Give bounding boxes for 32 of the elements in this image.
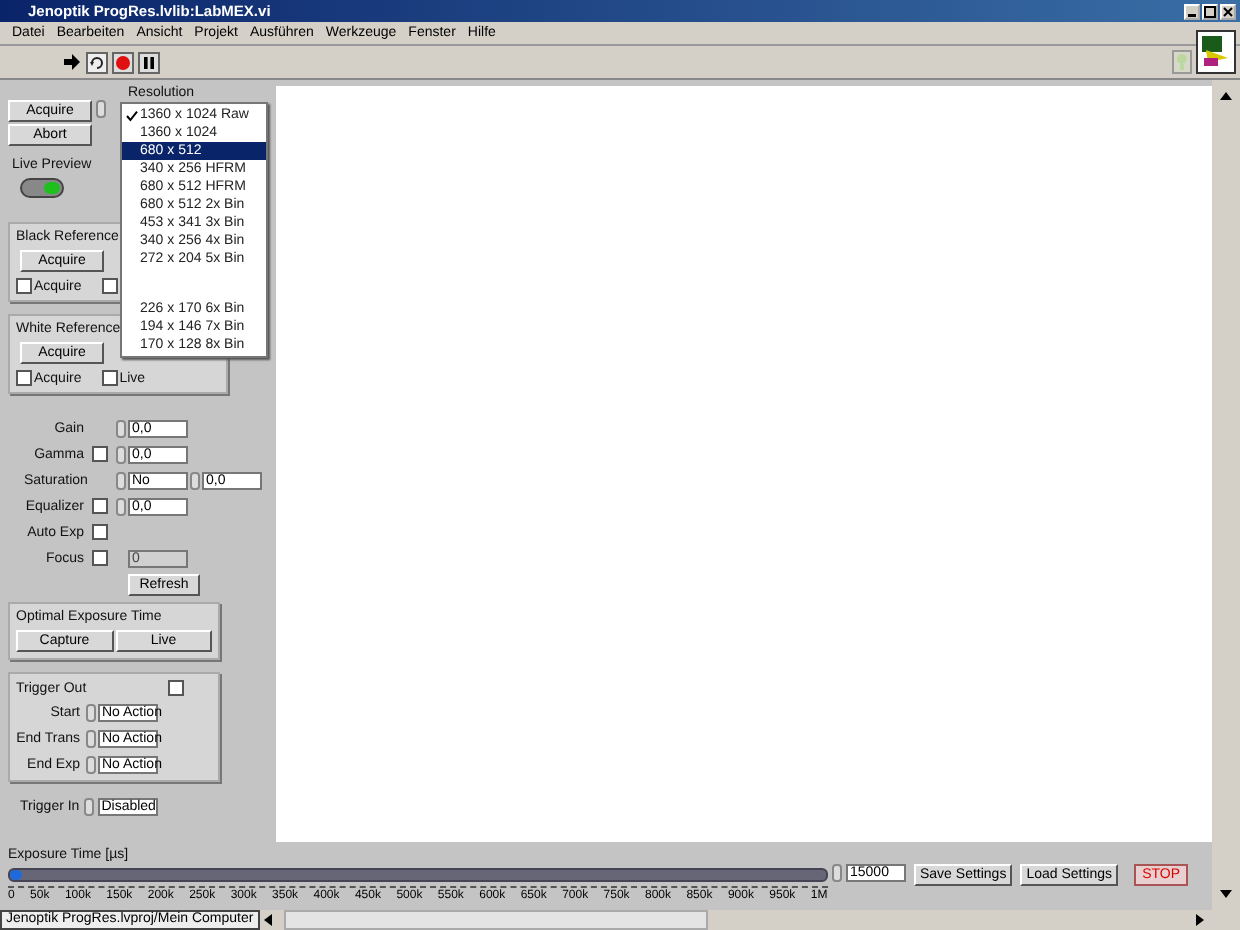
checkbox[interactable] [92,446,108,462]
scroll-right-icon[interactable] [1192,912,1208,928]
spinner[interactable] [190,471,200,489]
minimize-button[interactable] [1184,3,1200,19]
close-button[interactable] [1220,3,1236,19]
slider-track[interactable] [8,868,828,882]
pause-icon[interactable] [138,51,160,73]
continuous-run-icon[interactable] [86,51,108,73]
scroll-left-icon[interactable] [259,912,276,928]
check-icon [125,109,137,121]
scroll-down-icon[interactable] [1218,886,1234,902]
spinner[interactable] [83,798,94,816]
checkbox[interactable] [92,498,108,514]
checkbox[interactable] [101,278,118,294]
resolution-spinner[interactable] [96,100,106,118]
vi-icon [1196,30,1236,74]
checkbox[interactable] [16,278,32,294]
maximize-icon [1204,5,1216,17]
checkbox[interactable] [16,370,32,386]
abort-icon[interactable] [112,51,134,73]
maximize-button[interactable] [1202,3,1218,19]
vertical-scrollbar[interactable] [1212,80,1240,910]
checkbox[interactable] [101,370,118,386]
scroll-up-icon[interactable] [1218,88,1234,104]
checkbox[interactable] [92,524,108,540]
slider-fill[interactable] [10,870,23,880]
close-icon [1222,5,1234,17]
spinner[interactable] [832,864,842,882]
checkbox[interactable] [92,550,108,566]
run-arrow-icon[interactable] [62,52,82,72]
checkbox[interactable] [168,680,184,696]
live-preview-toggle[interactable] [20,178,64,198]
